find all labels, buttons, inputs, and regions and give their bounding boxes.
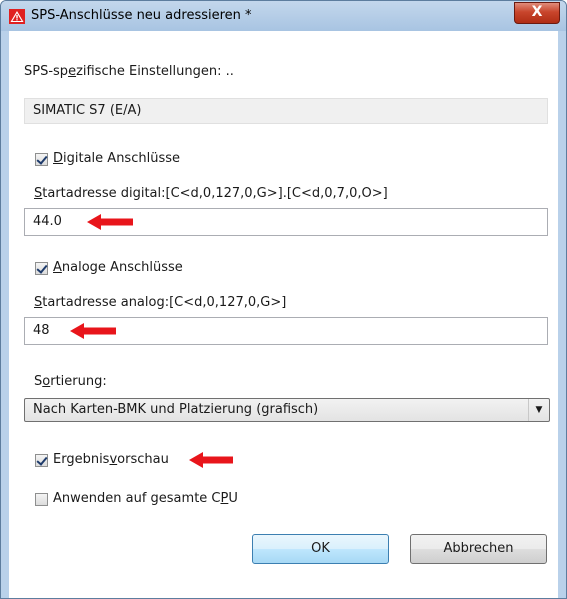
window-title: SPS-Anschlüsse neu adressieren * xyxy=(31,8,252,23)
sorting-selected-value: Nach Karten-BMK und Platzierung (grafisc… xyxy=(33,402,319,417)
warning-triangle-icon xyxy=(9,9,25,24)
close-button[interactable]: X xyxy=(514,2,560,24)
annotation-arrow-icon xyxy=(189,452,233,468)
analog-connections-checkbox[interactable] xyxy=(35,262,48,275)
annotation-arrow-icon xyxy=(70,323,116,339)
sps-settings-label: SPS-spezifische Einstellungen: .. xyxy=(24,64,234,79)
close-icon: X xyxy=(531,4,543,20)
apply-entire-cpu-checkbox[interactable] xyxy=(35,493,48,506)
digital-start-address-label: Startadresse digital:[C<d,0,127,0,G>].[C… xyxy=(34,186,388,201)
digital-connections-label[interactable]: Digitale Anschlüsse xyxy=(53,151,180,166)
result-preview-checkbox[interactable] xyxy=(35,454,48,467)
dropdown-arrow-icon[interactable]: ▼ xyxy=(528,399,549,421)
ok-button[interactable]: OK xyxy=(252,534,389,564)
sps-type-field: SIMATIC S7 (E/A) xyxy=(24,98,548,124)
digital-connections-checkbox[interactable] xyxy=(35,153,48,166)
sorting-select[interactable]: Nach Karten-BMK und Platzierung (grafisc… xyxy=(24,398,550,422)
apply-entire-cpu-label[interactable]: Anwenden auf gesamte CPU xyxy=(53,491,238,506)
analog-start-address-label: Startadresse analog:[C<d,0,127,0,G>] xyxy=(34,295,287,310)
result-preview-label[interactable]: Ergebnisvorschau xyxy=(53,452,169,467)
title-bar[interactable]: SPS-Anschlüsse neu adressieren * X xyxy=(1,1,566,31)
annotation-arrow-icon xyxy=(87,214,133,230)
analog-connections-label[interactable]: Analoge Anschlüsse xyxy=(53,260,183,275)
sorting-label: Sortierung: xyxy=(34,374,107,389)
cancel-button[interactable]: Abbrechen xyxy=(410,534,547,564)
